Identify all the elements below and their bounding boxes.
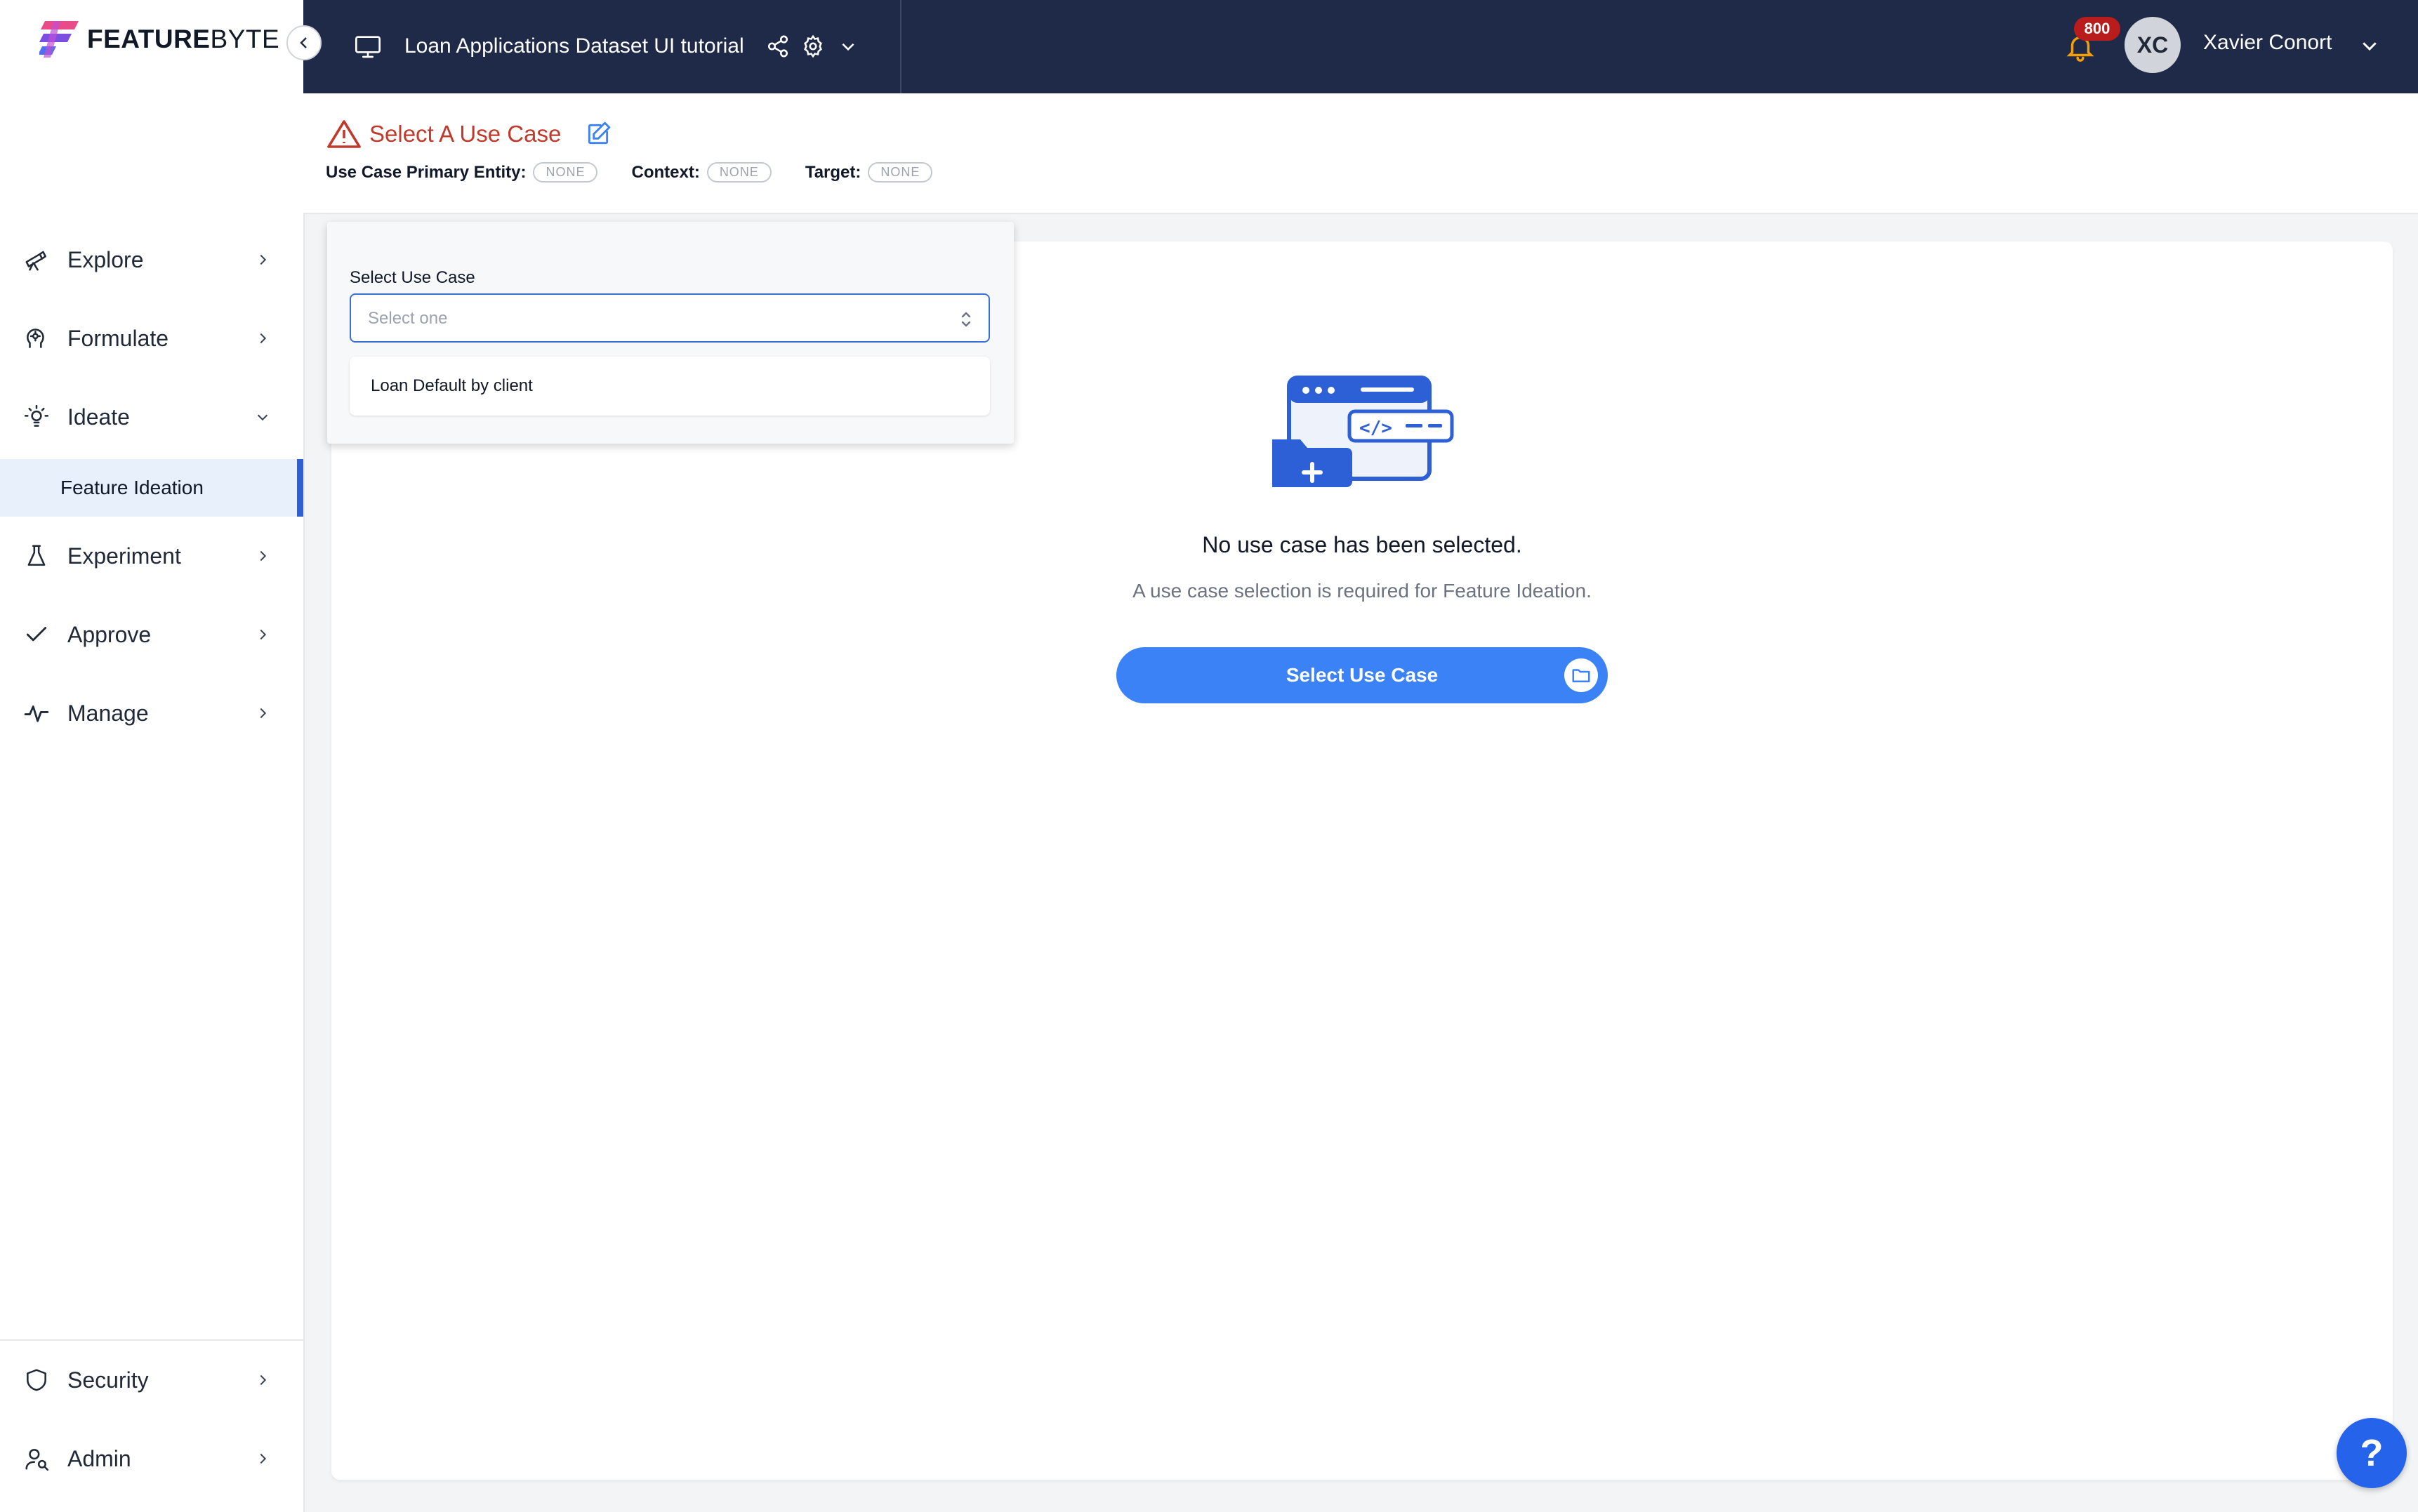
page-title: Select A Use Case [369, 121, 562, 147]
use-case-meta: Use Case Primary Entity: NONE Context: N… [326, 162, 966, 183]
svg-text:</>: </> [1359, 418, 1392, 439]
sidebar-item-security[interactable]: Security [0, 1352, 303, 1408]
chevron-down-icon[interactable] [834, 32, 862, 60]
target-chip: NONE [868, 162, 933, 183]
sidebar-item-label: Manage [67, 700, 149, 726]
use-case-header: Select A Use Case Use Case Primary Entit… [303, 93, 2418, 214]
chevron-right-icon [253, 1449, 272, 1468]
chevron-up-down-icon [961, 312, 971, 327]
head-icon [22, 324, 51, 352]
sidebar: FEATUREBYTE Explore Formulate Ideate Fea… [0, 0, 305, 1512]
use-case-select[interactable]: Select one [350, 293, 990, 343]
avatar[interactable]: XC [2125, 17, 2181, 73]
sidebar-item-experiment[interactable]: Experiment [0, 528, 303, 584]
chevron-down-icon [253, 407, 272, 427]
select-use-case-button[interactable]: Select Use Case [1116, 647, 1608, 703]
sidebar-item-label: Approve [67, 621, 152, 647]
edit-icon[interactable] [585, 121, 612, 147]
flask-icon [22, 542, 51, 570]
chevron-right-icon [253, 625, 272, 644]
sidebar-item-label: Experiment [67, 543, 181, 569]
chevron-right-icon [253, 703, 272, 723]
use-case-title-row: Select A Use Case [327, 119, 612, 150]
chevron-right-icon [253, 250, 272, 270]
check-icon [22, 621, 51, 649]
project-selector[interactable]: Loan Applications Dataset UI tutorial [354, 28, 869, 65]
primary-entity-chip: NONE [533, 162, 598, 183]
top-bar-divider [900, 0, 901, 93]
user-search-icon [22, 1445, 51, 1473]
gear-icon[interactable] [799, 32, 827, 60]
help-button[interactable]: ? [2337, 1418, 2407, 1488]
select-use-case-label: Select Use Case [350, 268, 475, 287]
dropdown-option-label: Loan Default by client [371, 376, 533, 395]
sidebar-item-explore[interactable]: Explore [0, 232, 303, 288]
telescope-icon [22, 246, 51, 274]
sidebar-item-label: Formulate [67, 325, 169, 351]
primary-entity-label: Use Case Primary Entity: [326, 162, 527, 182]
sidebar-item-ideate[interactable]: Ideate [0, 389, 303, 445]
dropdown-option[interactable]: Loan Default by client [350, 357, 990, 416]
brand-logo[interactable]: FEATUREBYTE [39, 18, 279, 60]
select-use-case-button-label: Select Use Case [1286, 664, 1439, 686]
project-title: Loan Applications Dataset UI tutorial [404, 34, 744, 58]
chevron-left-icon [300, 37, 307, 48]
sidebar-item-approve[interactable]: Approve [0, 606, 303, 663]
sidebar-divider [0, 1339, 303, 1341]
brand-name: FEATUREBYTE [87, 25, 280, 53]
top-bar: Loan Applications Dataset UI tutorial 80… [303, 0, 2418, 93]
context-label: Context: [631, 162, 700, 182]
empty-state-subtitle: A use case selection is required for Fea… [1132, 580, 1592, 602]
notification-badge: 800 [2074, 17, 2120, 41]
chevron-right-icon [253, 1370, 272, 1390]
sidebar-item-label: Ideate [67, 404, 130, 430]
code-folder-illustration-icon: </> [1272, 376, 1454, 487]
sidebar-item-label: Admin [67, 1445, 131, 1471]
active-indicator [297, 459, 303, 517]
context-chip: NONE [706, 162, 772, 183]
monitor-icon [354, 32, 382, 60]
select-placeholder: Select one [368, 309, 448, 328]
shield-icon [22, 1366, 51, 1394]
share-icon[interactable] [764, 32, 792, 60]
use-case-dropdown-panel: Select Use Case Select one Loan Default … [327, 222, 1014, 444]
sidebar-item-label: Explore [67, 246, 144, 272]
folder-icon [1564, 658, 1598, 692]
pulse-icon [22, 699, 51, 727]
collapse-sidebar-button[interactable] [286, 25, 322, 60]
sidebar-subitem-feature-ideation[interactable]: Feature Ideation [0, 459, 303, 517]
sidebar-item-formulate[interactable]: Formulate [0, 310, 303, 366]
target-label: Target: [805, 162, 861, 182]
warning-icon [327, 120, 361, 148]
lightbulb-icon [22, 403, 51, 431]
chevron-right-icon [253, 546, 272, 566]
chevron-right-icon [253, 329, 272, 348]
sidebar-item-manage[interactable]: Manage [0, 685, 303, 741]
user-name[interactable]: Xavier Conort [2203, 31, 2332, 55]
sidebar-item-label: Security [67, 1367, 149, 1393]
featurebyte-logo-icon [39, 21, 79, 58]
sidebar-item-admin[interactable]: Admin [0, 1431, 303, 1487]
sidebar-subitem-label: Feature Ideation [60, 477, 204, 498]
empty-state-title: No use case has been selected. [1202, 532, 1522, 557]
chevron-down-icon[interactable] [2359, 35, 2380, 56]
